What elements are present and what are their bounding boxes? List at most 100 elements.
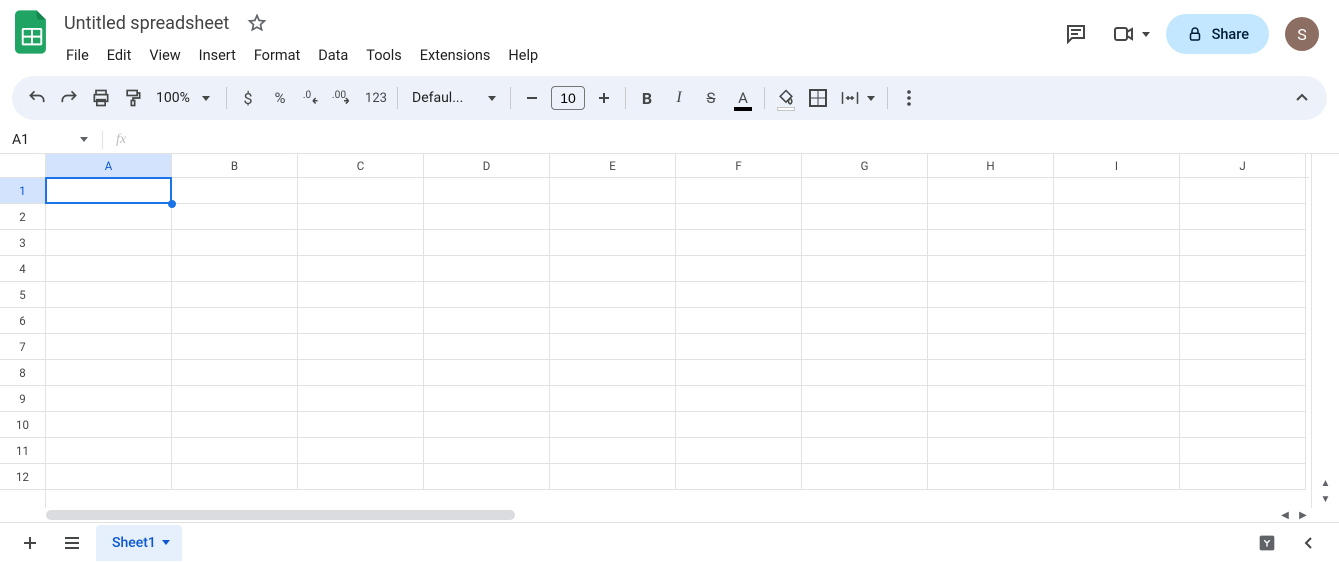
- cell[interactable]: [928, 386, 1054, 412]
- cell[interactable]: [928, 412, 1054, 438]
- column-header[interactable]: A: [46, 154, 172, 177]
- column-header[interactable]: E: [550, 154, 676, 177]
- cell[interactable]: [46, 334, 172, 360]
- cell[interactable]: [298, 334, 424, 360]
- column-header[interactable]: G: [802, 154, 928, 177]
- cell[interactable]: [928, 256, 1054, 282]
- column-header[interactable]: J: [1180, 154, 1306, 177]
- cell[interactable]: [676, 230, 802, 256]
- cell[interactable]: [1180, 386, 1306, 412]
- cell[interactable]: [172, 282, 298, 308]
- print-button[interactable]: [86, 83, 116, 113]
- percent-button[interactable]: %: [265, 83, 295, 113]
- share-button[interactable]: Share: [1166, 14, 1269, 54]
- cell[interactable]: [1054, 464, 1180, 490]
- cell[interactable]: [46, 438, 172, 464]
- cell[interactable]: [928, 464, 1054, 490]
- font-family-select[interactable]: Defaul...: [404, 90, 504, 106]
- scrollbar-thumb[interactable]: [46, 510, 515, 520]
- cells-area[interactable]: [46, 178, 1309, 508]
- cell[interactable]: [802, 256, 928, 282]
- cell[interactable]: [172, 438, 298, 464]
- row-header[interactable]: 12: [0, 464, 45, 490]
- row-header[interactable]: 8: [0, 360, 45, 386]
- cell[interactable]: [172, 308, 298, 334]
- cell[interactable]: [802, 360, 928, 386]
- cell[interactable]: [172, 230, 298, 256]
- cell[interactable]: [46, 204, 172, 230]
- column-header[interactable]: D: [424, 154, 550, 177]
- cell[interactable]: [172, 256, 298, 282]
- cell[interactable]: [802, 230, 928, 256]
- cell[interactable]: [550, 334, 676, 360]
- cell[interactable]: [1180, 438, 1306, 464]
- cell[interactable]: [550, 308, 676, 334]
- cell[interactable]: [46, 412, 172, 438]
- cell[interactable]: [802, 334, 928, 360]
- column-header[interactable]: H: [928, 154, 1054, 177]
- cell[interactable]: [424, 412, 550, 438]
- cell[interactable]: [676, 282, 802, 308]
- more-toolbar-button[interactable]: [894, 83, 924, 113]
- collapse-toolbar-button[interactable]: [1287, 83, 1317, 113]
- cell[interactable]: [1180, 282, 1306, 308]
- cell[interactable]: [172, 204, 298, 230]
- menu-insert[interactable]: Insert: [191, 43, 244, 68]
- cell[interactable]: [424, 386, 550, 412]
- font-size-input[interactable]: [551, 86, 585, 110]
- scroll-left-icon[interactable]: ◀: [1277, 510, 1293, 521]
- cell[interactable]: [298, 308, 424, 334]
- cell[interactable]: [1054, 178, 1180, 204]
- cell[interactable]: [676, 438, 802, 464]
- row-header[interactable]: 1: [0, 178, 45, 204]
- merge-cells-button[interactable]: [835, 83, 865, 113]
- row-header[interactable]: 5: [0, 282, 45, 308]
- cell[interactable]: [424, 230, 550, 256]
- sheets-logo[interactable]: [12, 12, 52, 52]
- cell[interactable]: [46, 282, 172, 308]
- row-header[interactable]: 11: [0, 438, 45, 464]
- cell[interactable]: [1180, 256, 1306, 282]
- cell[interactable]: [1054, 386, 1180, 412]
- cell[interactable]: [424, 438, 550, 464]
- cell[interactable]: [424, 204, 550, 230]
- comments-button[interactable]: [1056, 14, 1096, 54]
- cell[interactable]: [550, 178, 676, 204]
- cell[interactable]: [676, 308, 802, 334]
- cell[interactable]: [550, 230, 676, 256]
- cell[interactable]: [550, 256, 676, 282]
- cell[interactable]: [1180, 308, 1306, 334]
- cell[interactable]: [424, 256, 550, 282]
- cell[interactable]: [424, 360, 550, 386]
- row-header[interactable]: 10: [0, 412, 45, 438]
- cell[interactable]: [424, 308, 550, 334]
- text-color-button[interactable]: A: [728, 83, 758, 113]
- cell[interactable]: [676, 334, 802, 360]
- cell[interactable]: [1180, 360, 1306, 386]
- meet-button[interactable]: [1112, 22, 1150, 46]
- star-button[interactable]: [243, 9, 271, 37]
- cell[interactable]: [424, 282, 550, 308]
- menu-view[interactable]: View: [141, 43, 188, 68]
- scroll-down-icon[interactable]: ▼: [1317, 492, 1335, 506]
- document-title[interactable]: Untitled spreadsheet: [58, 11, 235, 36]
- scroll-up-icon[interactable]: ▲: [1317, 476, 1335, 490]
- cell[interactable]: [1054, 282, 1180, 308]
- horizontal-scrollbar[interactable]: [46, 508, 1279, 522]
- cell[interactable]: [802, 282, 928, 308]
- fill-color-button[interactable]: [771, 83, 801, 113]
- cell[interactable]: [46, 360, 172, 386]
- paint-format-button[interactable]: [118, 83, 148, 113]
- cell[interactable]: [1180, 230, 1306, 256]
- cell[interactable]: [46, 386, 172, 412]
- cell[interactable]: [676, 256, 802, 282]
- explore-button[interactable]: [1249, 525, 1285, 561]
- row-header[interactable]: 4: [0, 256, 45, 282]
- cell[interactable]: [1180, 204, 1306, 230]
- cell[interactable]: [424, 464, 550, 490]
- column-header[interactable]: C: [298, 154, 424, 177]
- cell[interactable]: [928, 178, 1054, 204]
- cell[interactable]: [676, 464, 802, 490]
- decrease-font-button[interactable]: [517, 83, 547, 113]
- cell[interactable]: [298, 256, 424, 282]
